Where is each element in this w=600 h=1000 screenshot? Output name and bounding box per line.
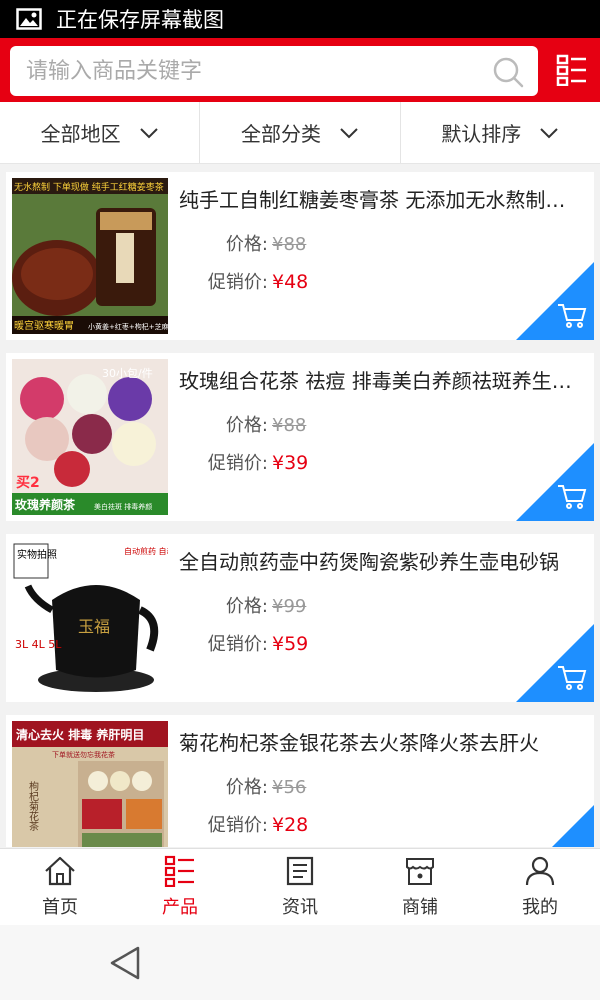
image-caption: 小黄姜+红枣+枸杞+芝麻 <box>88 322 168 331</box>
image-caption: 买2 <box>16 475 40 491</box>
nav-profile[interactable]: 我的 <box>480 849 600 925</box>
product-image[interactable]: 实物拍照 自动煎药 自动保温 下一锅 玉福 3L 4L 5L <box>12 540 168 696</box>
add-to-cart-button[interactable] <box>516 805 594 847</box>
filter-label: 默认排序 <box>441 122 522 146</box>
nav-label: 资讯 <box>282 897 318 918</box>
image-caption: 自动煎药 自动保温 下一锅 <box>124 546 168 556</box>
sale-price-label: 促销价: <box>207 815 268 836</box>
search-header <box>0 38 600 102</box>
sale-price-row: 促销价: ¥48 <box>196 268 308 294</box>
bottom-nav: 首页 产品 资讯 商铺 我的 <box>0 848 600 925</box>
product-title[interactable]: 玫瑰组合花茶 祛痘 排毒美白养颜祛斑养生花草茶 <box>179 365 579 394</box>
chevron-down-icon <box>540 127 559 138</box>
status-bar: 正在保存屏幕截图 <box>0 0 600 38</box>
price-label: 价格: <box>225 777 268 798</box>
original-price-row: 价格: ¥99 <box>196 592 306 618</box>
product-card[interactable]: 实物拍照 自动煎药 自动保温 下一锅 玉福 3L 4L 5L 全自动煎药壶中药煲… <box>6 534 594 702</box>
original-price: ¥99 <box>272 596 307 617</box>
image-caption: 下单就送勿忘我花茶 <box>52 750 115 759</box>
image-caption: 暖宫驱寒暖胃 <box>14 319 74 332</box>
news-icon <box>286 856 314 886</box>
back-icon[interactable] <box>108 945 142 981</box>
sale-price: ¥59 <box>272 633 309 655</box>
product-list: 无水熬制 下单现做 纯手工红糖姜枣茶 暖宫驱寒暖胃 小黄姜+红枣+枸杞+芝麻 纯… <box>0 172 600 847</box>
filter-region[interactable]: 全部地区 <box>0 102 199 163</box>
category-menu-icon[interactable] <box>556 54 588 86</box>
search-icon[interactable] <box>492 56 524 88</box>
system-nav-bar <box>0 925 600 1000</box>
list-icon <box>164 855 194 887</box>
sale-price-label: 促销价: <box>207 453 268 474</box>
nav-products[interactable]: 产品 <box>120 849 240 925</box>
add-to-cart-button[interactable] <box>516 624 594 702</box>
sale-price: ¥28 <box>272 814 309 836</box>
product-image[interactable]: 无水熬制 下单现做 纯手工红糖姜枣茶 暖宫驱寒暖胃 小黄姜+红枣+枸杞+芝麻 <box>12 178 168 334</box>
product-card[interactable]: 清心去火 排毒 养肝明目 下单就送勿忘我花茶 枸杞菊花茶 菊花枸杞茶金银花茶去火… <box>6 715 594 847</box>
home-icon <box>45 856 75 886</box>
original-price-row: 价格: ¥88 <box>196 230 306 256</box>
status-text: 正在保存屏幕截图 <box>56 8 224 32</box>
user-icon <box>525 856 555 886</box>
nav-news[interactable]: 资讯 <box>240 849 360 925</box>
nav-home[interactable]: 首页 <box>0 849 120 925</box>
price-label: 价格: <box>225 234 268 255</box>
image-icon <box>16 8 42 30</box>
product-image[interactable]: 30小包/件 买2 玫瑰养颜茶 美白祛斑 排毒养颜 <box>12 359 168 515</box>
product-title[interactable]: 全自动煎药壶中药煲陶瓷紫砂养生壶电砂锅 <box>179 546 579 575</box>
add-to-cart-button[interactable] <box>516 443 594 521</box>
image-caption: 清心去火 排毒 养肝明目 <box>16 727 144 742</box>
original-price-row: 价格: ¥56 <box>196 773 306 799</box>
nav-label: 我的 <box>522 897 558 918</box>
image-caption: 无水熬制 下单现做 纯手工红糖姜枣茶 <box>14 181 164 193</box>
original-price: ¥88 <box>272 415 307 436</box>
price-label: 价格: <box>225 596 268 617</box>
search-box[interactable] <box>10 46 538 96</box>
chevron-down-icon <box>340 127 358 138</box>
product-card[interactable]: 无水熬制 下单现做 纯手工红糖姜枣茶 暖宫驱寒暖胃 小黄姜+红枣+枸杞+芝麻 纯… <box>6 172 594 340</box>
nav-label: 商铺 <box>402 897 438 918</box>
search-input[interactable] <box>10 47 470 95</box>
image-caption: 30小包/件 <box>102 367 153 380</box>
filter-category[interactable]: 全部分类 <box>199 102 399 163</box>
nav-label: 产品 <box>162 897 198 918</box>
original-price-row: 价格: ¥88 <box>196 411 306 437</box>
filter-bar: 全部地区 全部分类 默认排序 <box>0 102 600 164</box>
product-title[interactable]: 菊花枸杞茶金银花茶去火茶降火茶去肝火 <box>179 727 579 756</box>
filter-label: 全部地区 <box>40 122 121 146</box>
image-caption: 美白祛斑 排毒养颜 <box>94 502 152 511</box>
sale-price-label: 促销价: <box>207 634 268 655</box>
sale-price-row: 促销价: ¥39 <box>196 449 308 475</box>
image-caption: 3L 4L 5L <box>15 638 62 651</box>
sale-price-row: 促销价: ¥59 <box>196 630 308 656</box>
product-image[interactable]: 清心去火 排毒 养肝明目 下单就送勿忘我花茶 枸杞菊花茶 <box>12 721 168 847</box>
image-caption: 实物拍照 <box>17 548 57 561</box>
nav-store[interactable]: 商铺 <box>360 849 480 925</box>
sale-price-row: 促销价: ¥28 <box>196 811 308 837</box>
store-icon <box>406 858 434 885</box>
sale-price-label: 促销价: <box>207 272 268 293</box>
sale-price: ¥48 <box>272 271 309 293</box>
sale-price: ¥39 <box>272 452 309 474</box>
original-price: ¥88 <box>272 234 307 255</box>
filter-sort[interactable]: 默认排序 <box>399 102 600 163</box>
price-label: 价格: <box>225 415 268 436</box>
image-caption: 玫瑰养颜茶 <box>15 497 76 512</box>
nav-label: 首页 <box>42 897 78 918</box>
chevron-down-icon <box>139 127 158 138</box>
add-to-cart-button[interactable] <box>516 262 594 340</box>
filter-label: 全部分类 <box>240 122 321 146</box>
image-caption: 枸杞菊花茶 <box>27 780 39 831</box>
product-title[interactable]: 纯手工自制红糖姜枣膏茶 无添加无水熬制暖宫驱寒 <box>179 184 579 213</box>
image-caption: 玉福 <box>78 617 110 636</box>
original-price: ¥56 <box>272 777 307 798</box>
product-card[interactable]: 30小包/件 买2 玫瑰养颜茶 美白祛斑 排毒养颜 玫瑰组合花茶 祛痘 排毒美白… <box>6 353 594 521</box>
